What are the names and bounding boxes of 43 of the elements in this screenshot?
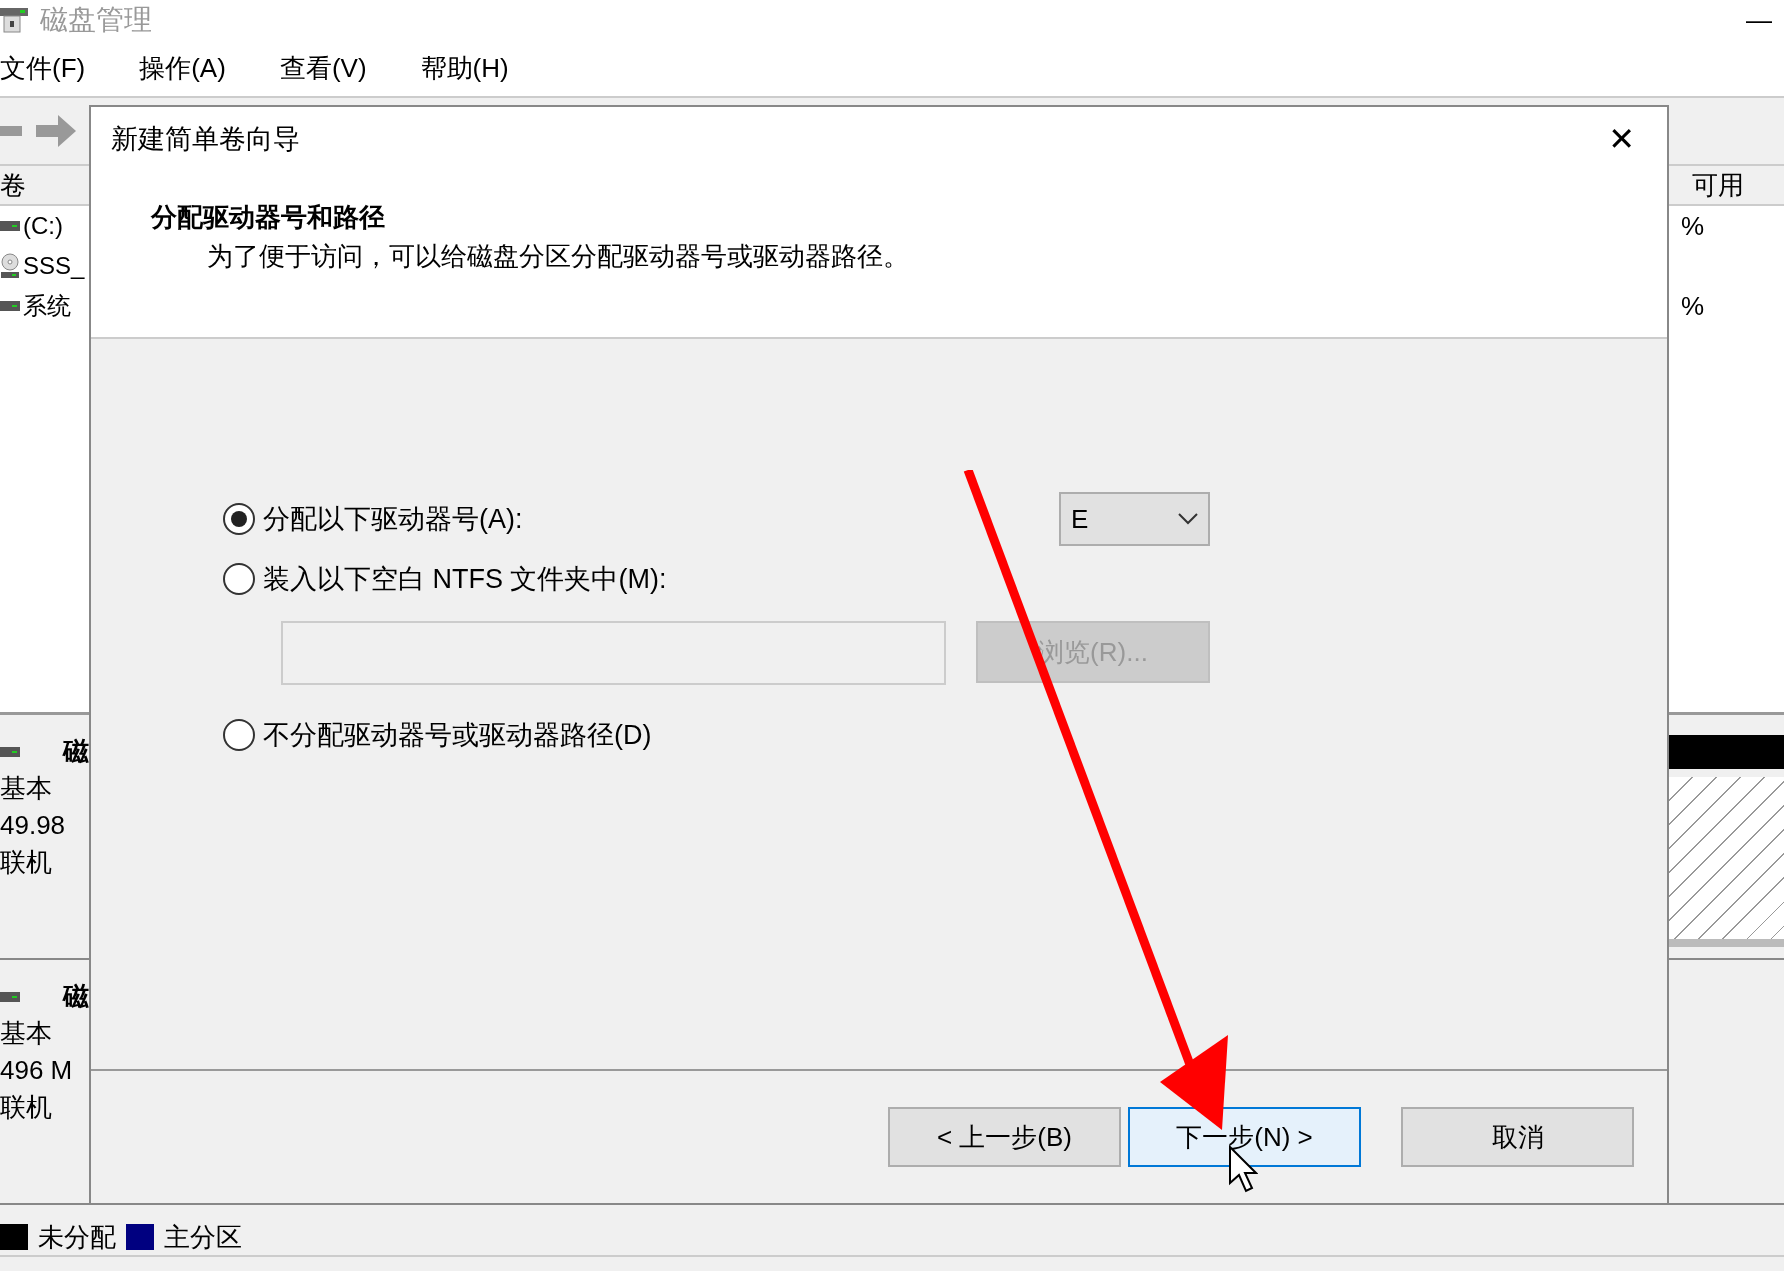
menu-item[interactable]: 帮助(H) — [420, 48, 509, 88]
dialog-title: 新建简单卷向导 — [111, 123, 300, 156]
option-label: 分配以下驱动器号(A): — [263, 502, 523, 536]
menu-item[interactable]: 文件(F) — [0, 48, 86, 88]
page-heading: 分配驱动器号和路径 — [151, 200, 386, 234]
disk-type: 基本 — [0, 1017, 53, 1050]
drive-icon — [0, 991, 20, 1002]
drive-letter-dropdown[interactable]: E — [1059, 492, 1210, 546]
table-cell-text: % — [1680, 289, 1704, 323]
disk-type: 基本 — [0, 772, 53, 805]
drive-icon — [0, 746, 20, 757]
minimize-button[interactable]: — — [1746, 0, 1772, 40]
table-cell-text: 系统 — [23, 291, 71, 321]
page-description: 为了便于访问，可以给磁盘分区分配驱动器号或驱动器路径。 — [207, 239, 910, 273]
chevron-down-icon — [1178, 513, 1198, 525]
drive-icon — [0, 221, 20, 231]
drive-icon — [0, 301, 20, 311]
column-header: 可用 — [1692, 168, 1744, 202]
wizard-button[interactable]: 下一步(N) > — [1128, 1107, 1361, 1167]
disk-status: 联机 — [0, 1091, 53, 1124]
legend-label: 主分区 — [164, 1220, 242, 1254]
option-label: 装入以下空白 NTFS 文件夹中(M): — [263, 562, 667, 596]
option-label: 不分配驱动器号或驱动器路径(D) — [263, 718, 652, 752]
wizard-button[interactable]: < 上一步(B) — [888, 1107, 1121, 1167]
column-header: 卷 — [0, 168, 26, 202]
wizard-button[interactable]: 取消 — [1401, 1107, 1634, 1167]
close-button[interactable]: ✕ — [1596, 123, 1647, 156]
radio-button[interactable] — [223, 503, 255, 535]
disk-management-icon — [0, 6, 28, 34]
disk-size: 496 M — [0, 1054, 74, 1087]
radio-button[interactable] — [223, 563, 255, 595]
window-title: 磁盘管理 — [40, 3, 152, 37]
table-cell-text: (C:) — [23, 211, 63, 241]
menu-item[interactable]: 查看(V) — [279, 48, 367, 88]
table-cell-text: % — [1680, 209, 1704, 243]
legend-label: 未分配 — [38, 1220, 116, 1254]
disk-size: 49.98 — [0, 809, 67, 842]
radio-button[interactable] — [223, 719, 255, 751]
disk-status: 联机 — [0, 846, 53, 879]
disk-label: 磁 — [63, 735, 89, 768]
table-cell-text: SSS_ — [23, 251, 85, 281]
menu-item[interactable]: 操作(A) — [139, 48, 226, 88]
disk-label: 磁 — [63, 980, 89, 1013]
